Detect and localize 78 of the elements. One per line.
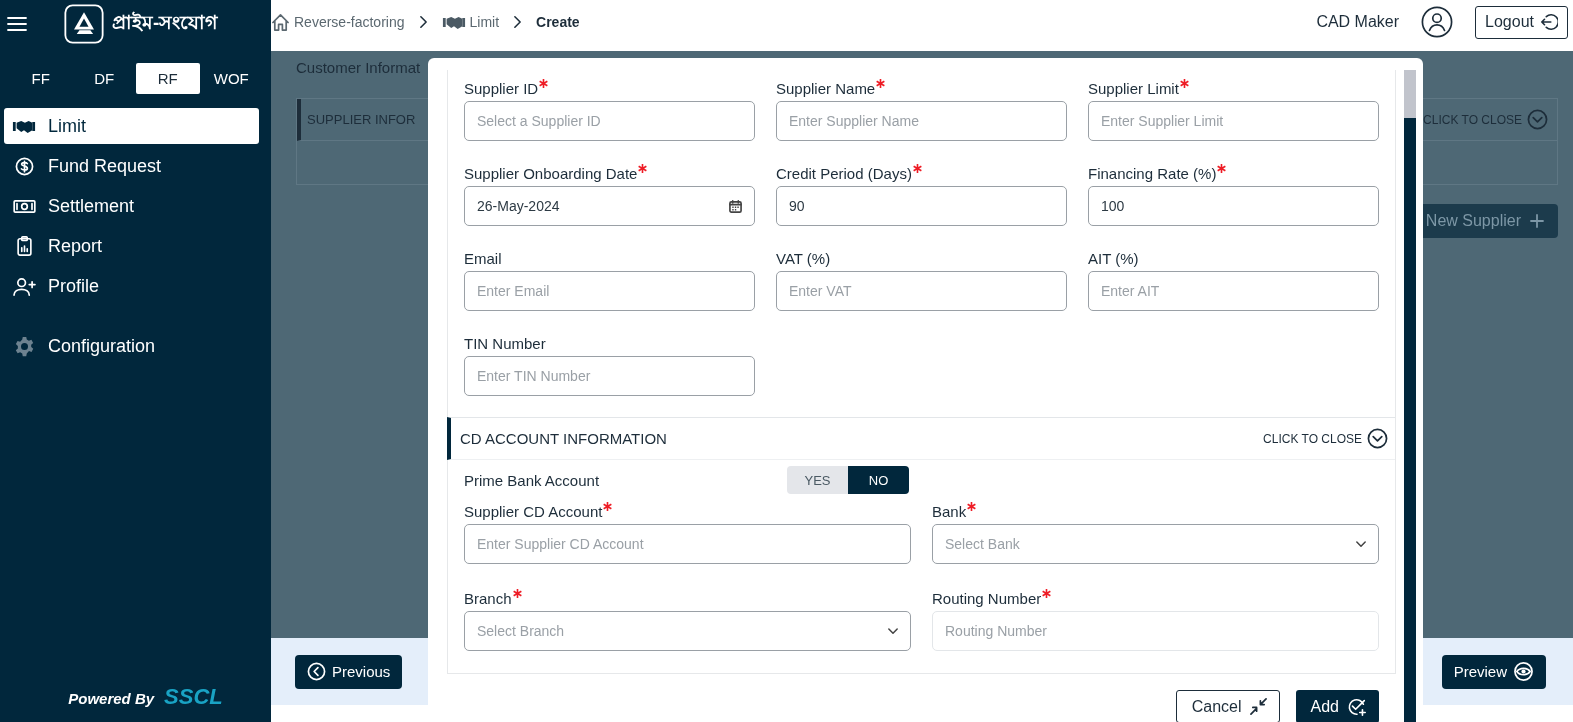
field-label: Supplier CD Account [464,503,603,520]
vendor-name: SSCL [164,684,223,710]
field-label: AIT (%) [1088,250,1139,267]
previous-button[interactable]: Previous [295,654,403,689]
field-label: Financing Rate (%) [1088,165,1217,182]
field-label: TIN Number [464,335,546,352]
breadcrumb-link[interactable]: Create [536,14,580,30]
date-field[interactable]: 26-May-2024 [464,186,755,226]
required-asterisk-icon [638,164,648,173]
chevron-down-circle-icon [1367,428,1388,449]
required-asterisk-icon [967,502,977,511]
required-asterisk-icon [876,79,886,88]
add-button[interactable]: Add [1295,690,1379,722]
section-title: CD ACCOUNT INFORMATION [460,430,667,447]
user-plus-icon [12,276,36,296]
breadcrumb-link[interactable]: Reverse-factoring [271,12,405,32]
handshake-icon [12,118,36,134]
chevron-right-icon [418,15,428,29]
nav-item[interactable]: Fund Request [4,148,259,184]
nav-item[interactable]: Configuration [4,328,259,364]
required-asterisk-icon [912,164,922,173]
nav-item[interactable]: Report [4,228,259,264]
required-asterisk-icon [1042,589,1052,598]
module-tab[interactable]: FF [9,63,73,94]
logout-icon [1540,13,1558,31]
handshake-icon [441,14,466,30]
logo-icon [64,4,104,44]
user-avatar-icon[interactable] [1421,6,1454,38]
field-label: Routing Number [932,590,1042,607]
preview-button[interactable]: Preview [1441,654,1546,689]
menu-icon[interactable] [7,16,27,32]
field-label: Bank [932,503,967,520]
check-plus-icon [1347,696,1367,717]
field-label: Supplier Limit [1088,80,1179,97]
module-tab[interactable]: DF [72,63,136,94]
module-tab[interactable]: WOF [199,63,263,94]
cancel-button[interactable]: Cancel [1175,690,1280,722]
scrollbar[interactable] [1404,70,1416,722]
banknote-icon [12,198,36,214]
powered-by-label: Powered By [68,690,155,707]
field-label: Supplier Onboarding Date [464,165,638,182]
nav-item[interactable]: Limit [4,108,259,144]
chevron-left-circle-icon [307,662,326,681]
logout-button[interactable]: Logout [1475,5,1568,39]
required-asterisk-icon [1217,164,1227,173]
calendar-icon[interactable] [729,199,742,213]
caret-icon [888,627,898,635]
required-asterisk-icon [512,589,522,598]
chevron-right-icon [513,15,523,29]
field-label: Supplier ID [464,80,539,97]
breadcrumb-link[interactable]: Limit [441,14,500,30]
input-field[interactable]: 100 [1088,186,1379,226]
plus-icon [1530,214,1544,228]
compress-arrows-icon [1249,698,1267,715]
chevron-down-circle-icon [1527,109,1548,130]
nav-item[interactable]: Profile [4,268,259,304]
module-tab[interactable]: RF [136,63,200,94]
required-asterisk-icon [603,502,613,511]
toggle-option[interactable]: YES [787,466,848,494]
required-asterisk-icon [539,79,549,88]
caret-icon [1356,540,1366,548]
brand-name: প্রাইম-সংযোগ [112,10,218,35]
home-icon [271,12,290,32]
field-label: Branch [464,590,512,607]
page-heading: Customer Informat [296,59,421,78]
field-label: Supplier Name [776,80,876,97]
user-name: CAD Maker [1316,13,1400,31]
field-label: VAT (%) [776,250,831,267]
field-label: Email [464,250,502,267]
input-field[interactable]: 90 [776,186,1067,226]
field-label: Credit Period (Days) [776,165,912,182]
section-title: SUPPLIER INFOR [307,112,416,127]
collapse-toggle[interactable]: CLICK TO CLOSE [1263,428,1388,449]
required-asterisk-icon [1179,79,1189,88]
nav-item[interactable]: Settlement [4,188,259,224]
toggle-option[interactable]: NO [848,466,909,494]
switch-label: Prime Bank Account [464,471,601,489]
eye-icon [1513,662,1534,681]
